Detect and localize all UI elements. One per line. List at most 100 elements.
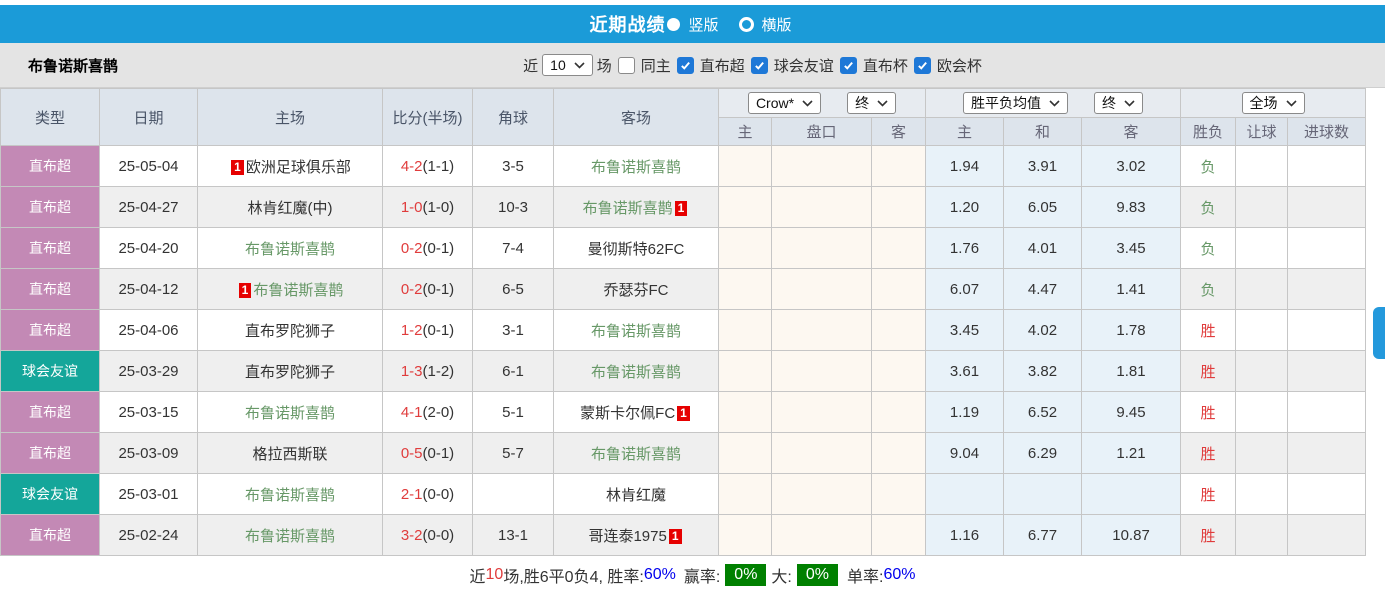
fulltime-score: 1-2 (401, 322, 423, 339)
home-team-cell: 1布鲁诺斯喜鹊 (198, 269, 383, 310)
home-team-name: 布鲁诺斯喜鹊 (253, 282, 343, 299)
summary-prefix: 近 (470, 563, 486, 587)
league-checkbox[interactable] (840, 57, 857, 74)
results-table: 类型 日期 主场 比分(半场) 角球 客场 Crow* 终 (0, 88, 1366, 556)
goals-cell (1288, 146, 1366, 187)
scrollbar-thumb[interactable] (1373, 307, 1385, 359)
result-cell: 胜 (1181, 515, 1236, 556)
table-row: 直布超25-04-121布鲁诺斯喜鹊0-2(0-1)6-5乔瑟芬FC6.074.… (1, 269, 1366, 310)
odds-draw-cell: 3.91 (1004, 146, 1082, 187)
handicap-away-cell (872, 351, 926, 392)
odds-draw-cell: 4.02 (1004, 310, 1082, 351)
subheader-handicap-line: 盘口 (772, 118, 872, 146)
home-team-name: 布鲁诺斯喜鹊 (245, 487, 335, 504)
goals-cell (1288, 310, 1366, 351)
goals-cell (1288, 269, 1366, 310)
radio-horizontal-label[interactable]: 横版 (762, 14, 792, 35)
handicap-line-cell (772, 269, 872, 310)
corners-cell: 13-1 (473, 515, 554, 556)
away-team-cell: 乔瑟芬FC (554, 269, 719, 310)
radio-vertical-layout[interactable] (667, 18, 680, 31)
check-icon (679, 59, 692, 72)
home-team-cell: 直布罗陀狮子 (198, 310, 383, 351)
handicap-state-select[interactable]: 终 (847, 92, 896, 114)
radio-vertical-label[interactable]: 竖版 (688, 14, 718, 35)
subheader-odds-away: 客 (1082, 118, 1181, 146)
handicap-line-cell (772, 228, 872, 269)
league-checkbox[interactable] (751, 57, 768, 74)
filter-bar: 布鲁诺斯喜鹊 近 10 场 同主 直布超 球会友谊 直布杯 (0, 43, 1385, 88)
odds-away-cell: 9.45 (1082, 392, 1181, 433)
away-team-name: 哥连泰1975 (588, 528, 666, 545)
away-team-cell: 布鲁诺斯喜鹊1 (554, 187, 719, 228)
goals-cell (1288, 392, 1366, 433)
odds-away-cell: 1.41 (1082, 269, 1181, 310)
league-label: 球会友谊 (774, 55, 834, 76)
date-cell: 25-03-01 (100, 474, 198, 515)
result-cell: 胜 (1181, 433, 1236, 474)
near-label: 近 (523, 55, 538, 76)
date-cell: 25-04-12 (100, 269, 198, 310)
odds-home-cell: 1.16 (926, 515, 1004, 556)
odds-draw-cell: 6.29 (1004, 433, 1082, 474)
handicap-away-cell (872, 433, 926, 474)
odds-away-cell: 9.83 (1082, 187, 1181, 228)
score-cell: 0-2(0-1) (383, 228, 473, 269)
away-team-cell: 布鲁诺斯喜鹊 (554, 351, 719, 392)
near-count-select[interactable]: 10 (542, 54, 593, 76)
corners-cell: 7-4 (473, 228, 554, 269)
let-ball-cell (1236, 515, 1288, 556)
subheader-handicap-away: 客 (872, 118, 926, 146)
scope-select[interactable]: 全场 (1242, 92, 1305, 114)
handicap-home-cell (719, 269, 772, 310)
summary-count: 10 (486, 566, 504, 584)
home-team-cell: 布鲁诺斯喜鹊 (198, 515, 383, 556)
halftime-score: (0-0) (423, 486, 455, 503)
red-card-badge: 1 (675, 201, 688, 216)
score-cell: 1-2(0-1) (383, 310, 473, 351)
league-checkbox[interactable] (677, 57, 694, 74)
select-value: Crow* (756, 95, 794, 111)
league-checkbox[interactable] (914, 57, 931, 74)
corners-cell: 6-5 (473, 269, 554, 310)
result-cell: 负 (1181, 269, 1236, 310)
chevron-down-icon (1049, 100, 1060, 107)
handicap-group-header: Crow* 终 (719, 89, 926, 118)
odds-draw-cell: 6.77 (1004, 515, 1082, 556)
odds-source-select[interactable]: 胜平负均值 (963, 92, 1068, 114)
odds-group-header: 胜平负均值 终 (926, 89, 1181, 118)
away-team-name: 曼彻斯特62FC (588, 241, 685, 258)
result-cell: 负 (1181, 228, 1236, 269)
let-ball-cell (1236, 433, 1288, 474)
result-cell: 胜 (1181, 310, 1236, 351)
odds-home-cell: 1.19 (926, 392, 1004, 433)
subheader-goals: 进球数 (1288, 118, 1366, 146)
fulltime-score: 4-2 (401, 158, 423, 175)
same-home-checkbox[interactable] (618, 57, 635, 74)
odds-home-cell: 1.76 (926, 228, 1004, 269)
score-cell: 2-1(0-0) (383, 474, 473, 515)
away-team-cell: 曼彻斯特62FC (554, 228, 719, 269)
home-team-name: 林肯红魔(中) (248, 200, 333, 217)
away-team-cell: 布鲁诺斯喜鹊 (554, 310, 719, 351)
home-team-name: 布鲁诺斯喜鹊 (245, 405, 335, 422)
corners-cell: 3-5 (473, 146, 554, 187)
subheader-handicap-home: 主 (719, 118, 772, 146)
handicap-away-cell (872, 146, 926, 187)
away-team-cell: 布鲁诺斯喜鹊 (554, 146, 719, 187)
halftime-score: (2-0) (423, 404, 455, 421)
away-team-cell: 哥连泰19751 (554, 515, 719, 556)
fulltime-score: 1-3 (401, 363, 423, 380)
handicap-home-cell (719, 146, 772, 187)
scope-group-header: 全场 (1181, 89, 1366, 118)
page-title: 近期战绩 (589, 11, 665, 37)
home-team-name: 直布罗陀狮子 (245, 364, 335, 381)
radio-horizontal-layout[interactable] (739, 17, 754, 32)
handicap-company-select[interactable]: Crow* (748, 92, 821, 114)
summary-single-label: 单率: (847, 563, 883, 587)
fulltime-score: 0-2 (401, 240, 423, 257)
result-cell: 胜 (1181, 474, 1236, 515)
goals-cell (1288, 351, 1366, 392)
handicap-away-cell (872, 474, 926, 515)
odds-state-select[interactable]: 终 (1094, 92, 1143, 114)
